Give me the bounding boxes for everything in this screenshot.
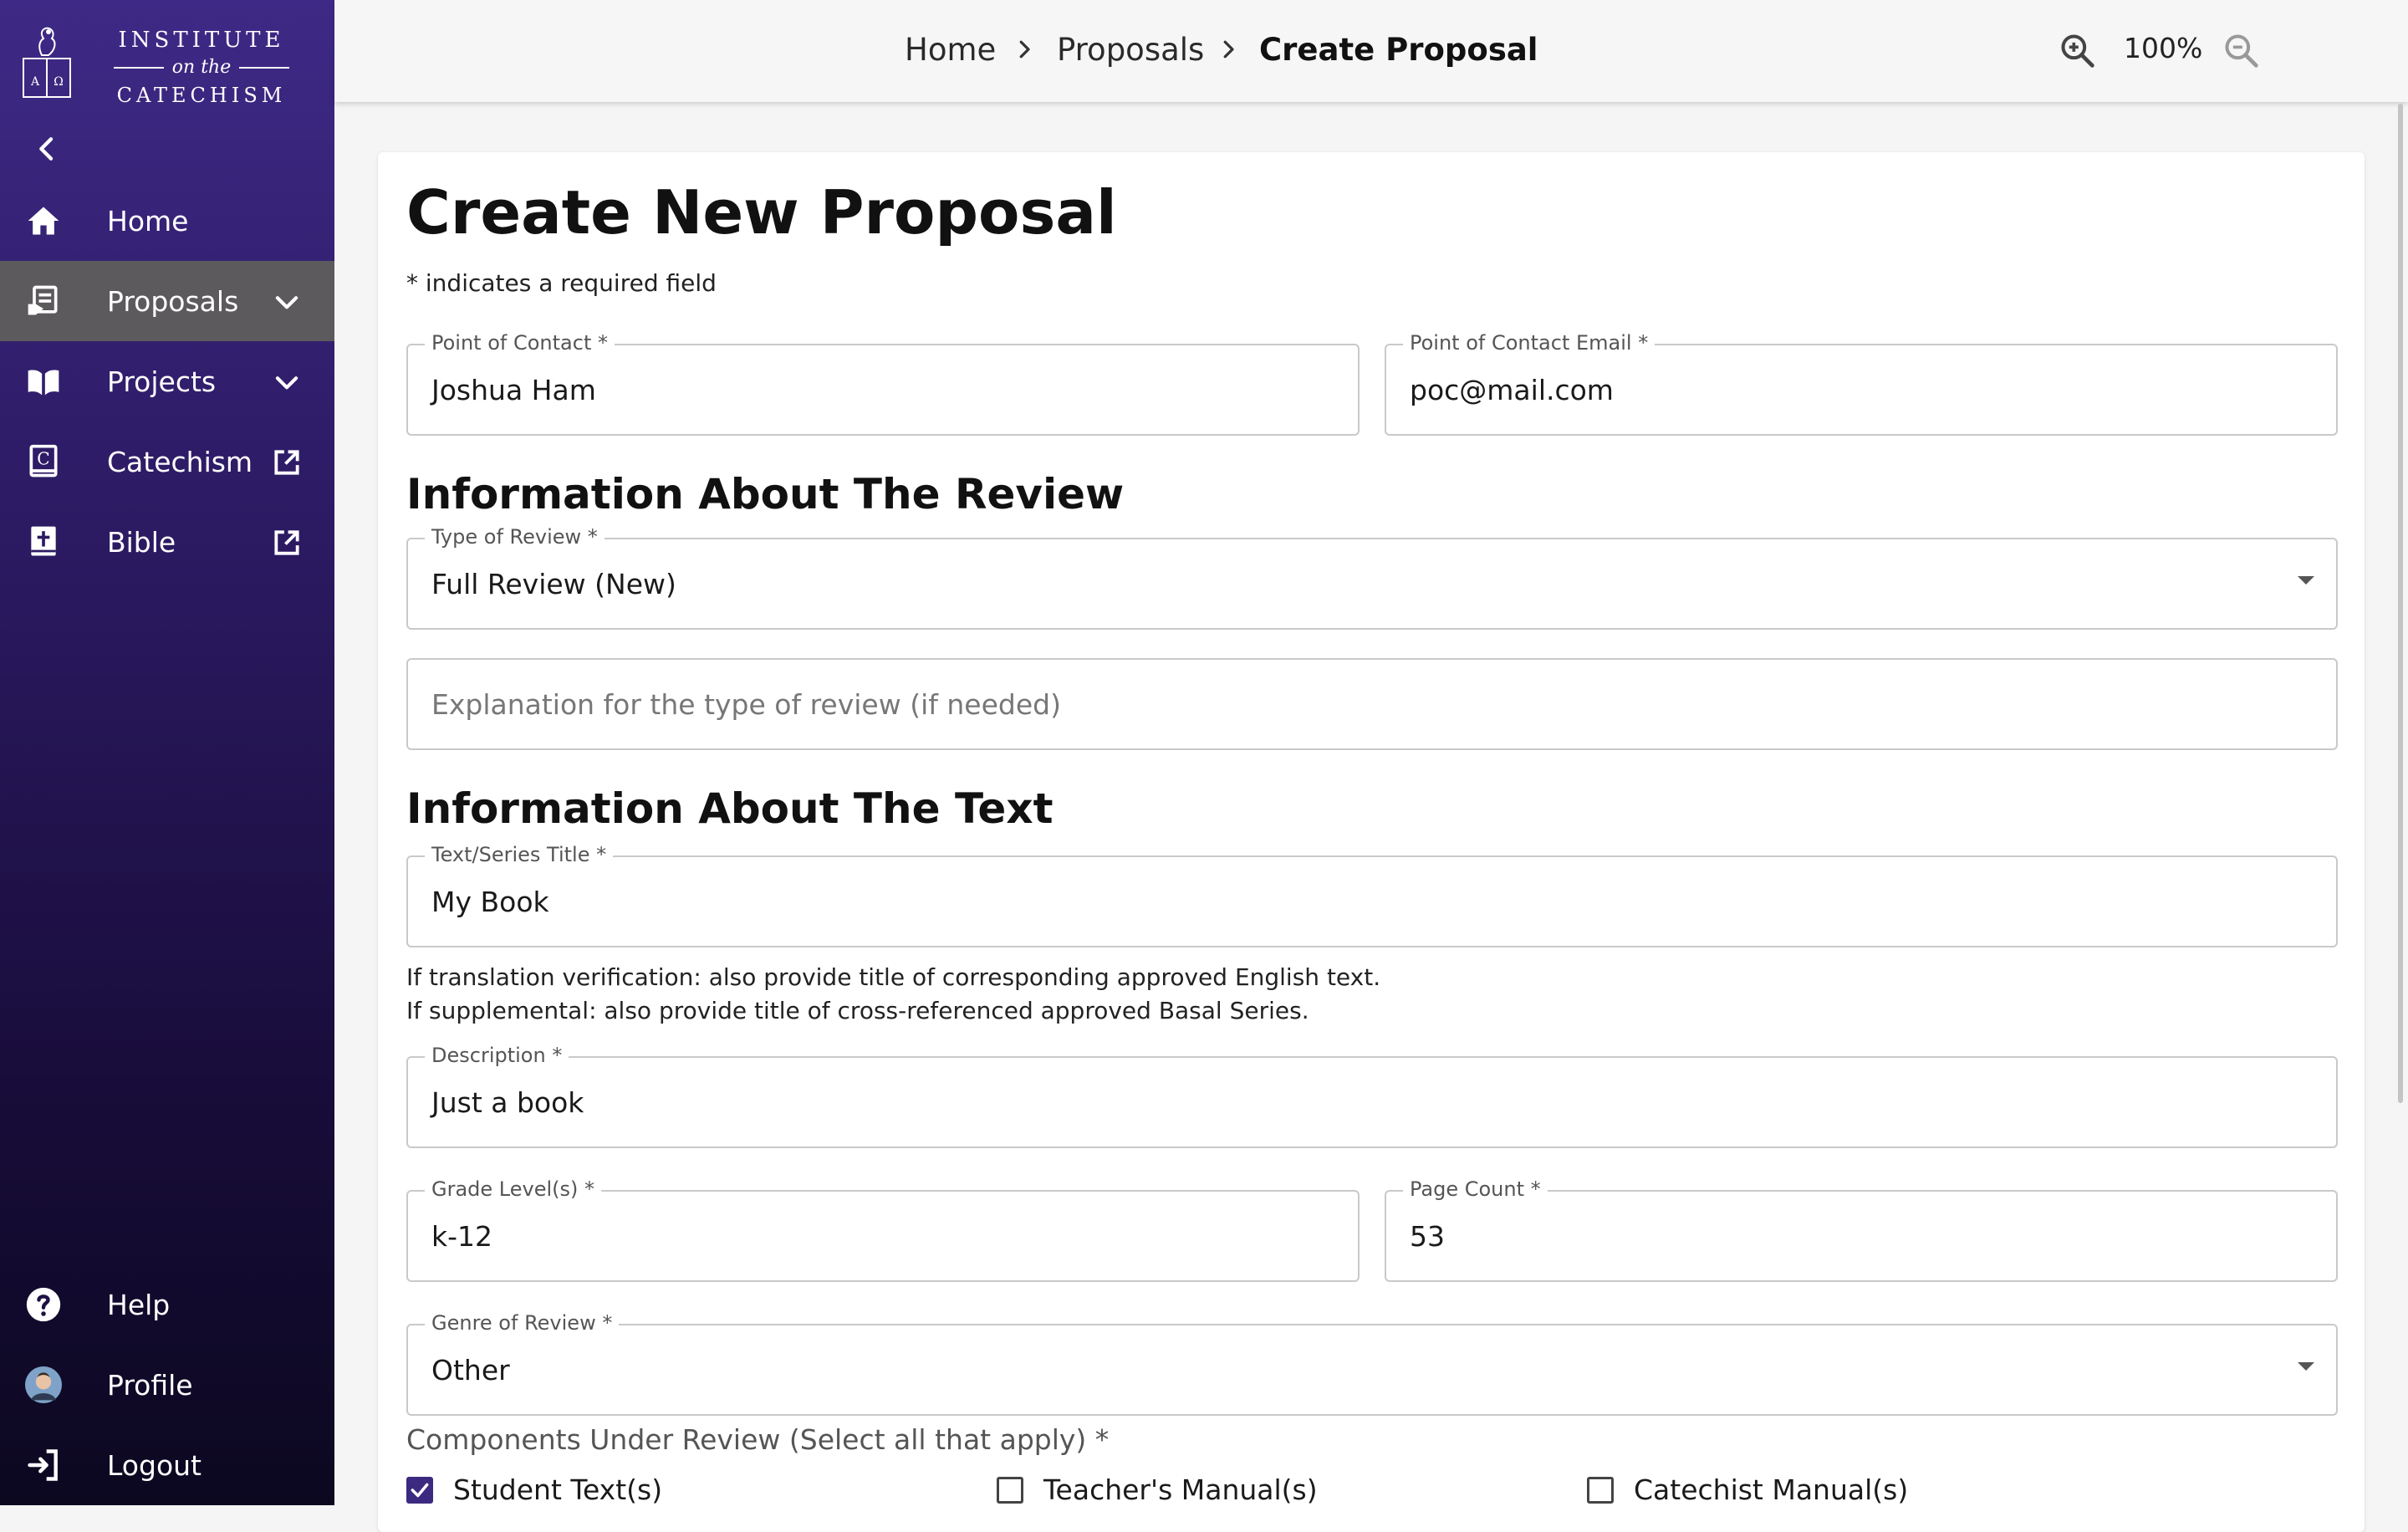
sidebar-item-label: Projects	[107, 365, 217, 398]
proposal-hand-icon	[28, 285, 58, 315]
field-value: k-12	[431, 1220, 493, 1253]
field-label: Description *	[425, 1044, 569, 1067]
sidebar-item-proposals[interactable]: Proposals	[0, 261, 334, 341]
svg-text:Ω: Ω	[54, 75, 64, 89]
svg-text:A: A	[30, 75, 40, 89]
chevron-down-icon[interactable]	[271, 366, 303, 398]
checkbox-icon[interactable]	[1587, 1476, 1614, 1504]
breadcrumb-current: Create Proposal	[1259, 32, 1538, 68]
catechism-book-icon: C	[29, 444, 58, 477]
sidebar-item-profile[interactable]: Profile	[0, 1345, 334, 1425]
field-value: Just a book	[431, 1086, 584, 1119]
open-book-icon	[28, 370, 59, 396]
type-of-review-select[interactable]: Type of Review * Full Review (New)	[406, 525, 2338, 630]
description-field[interactable]: Description * Just a book	[406, 1044, 2338, 1148]
logout-icon	[28, 1449, 58, 1481]
zoom-level: 100%	[2124, 32, 2203, 64]
sidebar-item-catechism[interactable]: C Catechism	[0, 421, 334, 502]
sidebar-item-bible[interactable]: Bible	[0, 502, 334, 582]
sidebar: A Ω INSTITUTE on the CATECHISM Home Prop…	[0, 0, 334, 1505]
proposal-form-card: Create New Proposal * indicates a requir…	[378, 152, 2365, 1532]
collapse-chevron-left-icon[interactable]	[30, 132, 64, 166]
bible-cross-icon	[31, 526, 56, 556]
help-circle-icon	[26, 1287, 61, 1322]
components-label: Components Under Review (Select all that…	[406, 1423, 1110, 1456]
field-label: Page Count *	[1403, 1177, 1548, 1201]
required-note: * indicates a required field	[406, 269, 717, 297]
checkbox-label: Student Text(s)	[453, 1473, 663, 1506]
page-scrollbar[interactable]	[2398, 104, 2403, 1103]
sidebar-item-label: Proposals	[107, 284, 239, 318]
review-explanation-input[interactable]: Explanation for the type of review (if n…	[406, 658, 2338, 750]
field-value: Other	[431, 1354, 510, 1386]
sidebar-item-label: Help	[107, 1288, 171, 1321]
external-link-icon[interactable]	[271, 527, 303, 559]
field-label: Type of Review *	[425, 525, 605, 549]
text-section-title: Information About The Text	[406, 784, 1054, 833]
sidebar-item-label: Home	[107, 204, 189, 237]
external-link-icon[interactable]	[271, 447, 303, 478]
help-text-translation: If translation verification: also provid…	[406, 963, 1381, 991]
sidebar-item-label: Logout	[107, 1448, 202, 1482]
genre-select[interactable]: Genre of Review * Other	[406, 1311, 2338, 1416]
logo-line-1: INSTITUTE	[118, 28, 285, 53]
field-value: poc@mail.com	[1410, 374, 1614, 406]
sidebar-item-projects[interactable]: Projects	[0, 341, 334, 421]
field-value: 53	[1410, 1220, 1445, 1253]
review-section-title: Information About The Review	[406, 470, 1125, 518]
component-student-text[interactable]: Student Text(s)	[406, 1473, 662, 1506]
text-title-field[interactable]: Text/Series Title * My Book	[406, 843, 2338, 947]
sidebar-item-label: Profile	[107, 1368, 193, 1402]
field-placeholder: Explanation for the type of review (if n…	[431, 688, 1061, 721]
logo-emblem-icon: A Ω	[23, 27, 71, 98]
chevron-right-icon	[1223, 40, 1234, 59]
component-teachers-manual[interactable]: Teacher's Manual(s)	[997, 1473, 1318, 1506]
dropdown-arrow-icon	[2298, 576, 2314, 585]
chevron-right-icon	[1019, 40, 1030, 59]
point-of-contact-field[interactable]: Point of Contact * Joshua Ham	[406, 331, 1360, 436]
field-value: Joshua Ham	[431, 374, 596, 406]
page-count-field[interactable]: Page Count * 53	[1385, 1177, 2338, 1282]
institute-logo[interactable]: A Ω INSTITUTE on the CATECHISM	[20, 22, 290, 107]
zoom-in-icon[interactable]	[2059, 32, 2095, 69]
sidebar-item-help[interactable]: Help	[0, 1264, 334, 1345]
page-title: Create New Proposal	[406, 177, 1117, 248]
help-text-supplemental: If supplemental: also provide title of c…	[406, 997, 1309, 1024]
field-value: My Book	[431, 886, 549, 918]
checkbox-label: Catechist Manual(s)	[1634, 1473, 1909, 1506]
logo-line-3: CATECHISM	[116, 84, 287, 107]
breadcrumb-proposals[interactable]: Proposals	[1057, 32, 1204, 68]
svg-text:C: C	[37, 449, 49, 469]
field-label: Point of Contact Email *	[1403, 331, 1656, 355]
logo-line-2: on the	[171, 57, 232, 78]
checkbox-icon[interactable]	[997, 1476, 1023, 1504]
sidebar-item-label: Catechism	[107, 445, 253, 478]
poc-email-field[interactable]: Point of Contact Email * poc@mail.com	[1385, 331, 2338, 436]
top-bar: Home Proposals Create Proposal 100%	[334, 0, 2408, 102]
field-label: Text/Series Title *	[425, 843, 614, 866]
field-value: Full Review (New)	[431, 568, 676, 600]
sidebar-item-logout[interactable]: Logout	[0, 1425, 334, 1505]
zoom-out-icon[interactable]	[2222, 32, 2259, 69]
checkbox-label: Teacher's Manual(s)	[1043, 1473, 1318, 1506]
avatar	[25, 1366, 62, 1403]
field-label: Genre of Review *	[425, 1311, 620, 1335]
grade-levels-field[interactable]: Grade Level(s) * k-12	[406, 1177, 1360, 1282]
home-icon	[28, 207, 59, 235]
sidebar-item-label: Bible	[107, 525, 176, 559]
checkbox-checked-icon[interactable]	[406, 1476, 433, 1504]
field-label: Grade Level(s) *	[425, 1177, 602, 1201]
dropdown-arrow-icon	[2298, 1362, 2314, 1371]
breadcrumb-home[interactable]: Home	[905, 32, 996, 68]
component-catechist-manual[interactable]: Catechist Manual(s)	[1587, 1473, 1908, 1506]
chevron-down-icon[interactable]	[271, 286, 303, 318]
sidebar-item-home[interactable]: Home	[0, 181, 334, 261]
field-label: Point of Contact *	[425, 331, 615, 355]
